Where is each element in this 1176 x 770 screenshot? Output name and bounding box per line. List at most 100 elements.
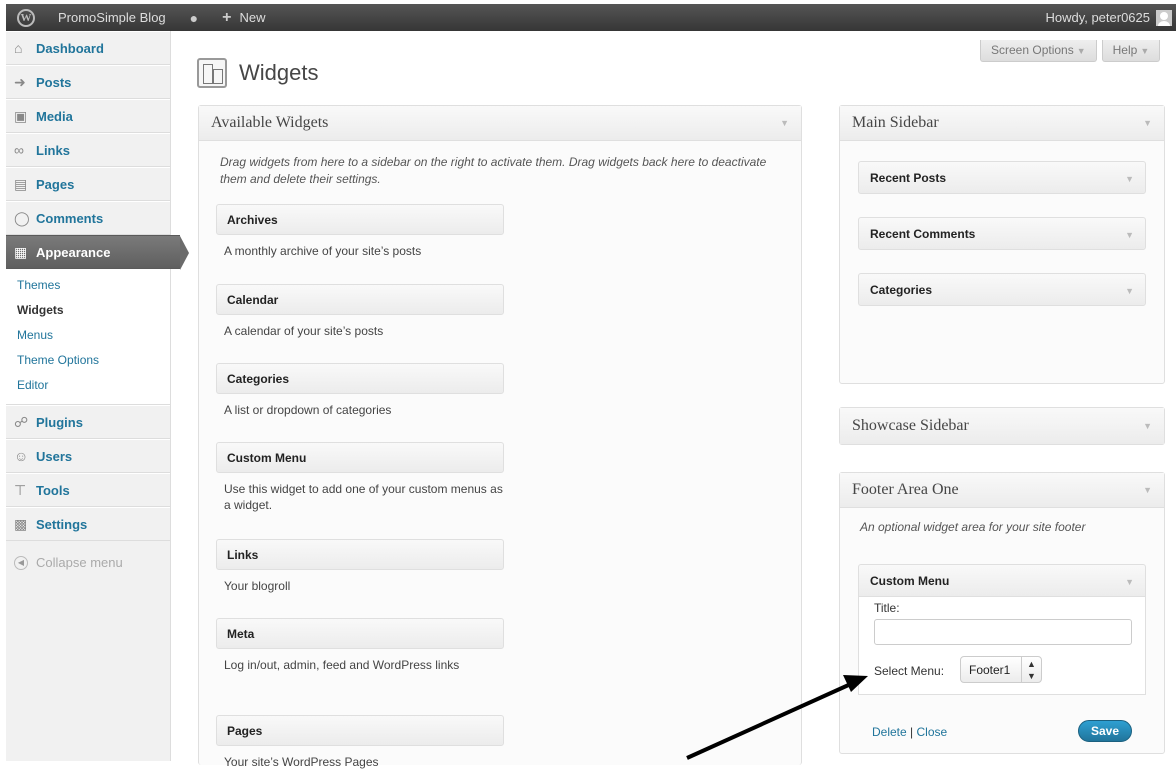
widget-calendar[interactable]: Calendar — [216, 284, 504, 315]
plugin-icon: ☍ — [14, 413, 29, 430]
available-widgets-description: Drag widgets from here to a sidebar on t… — [220, 155, 767, 186]
sidebar-item-label: Dashboard — [36, 40, 104, 56]
sidebar-item-plugins[interactable]: ☍ Plugins — [6, 405, 170, 439]
settings-icon: ▩ — [14, 515, 28, 532]
submenu-item-menus[interactable]: Menus — [6, 323, 170, 348]
toggle-arrow-icon[interactable]: ▼ — [1125, 574, 1134, 587]
submenu-item-themes[interactable]: Themes — [6, 273, 170, 298]
dashboard-icon: ⌂ — [14, 40, 23, 56]
appearance-icon: ▦ — [14, 243, 28, 260]
widget-archives[interactable]: Archives — [216, 204, 504, 235]
sidebar-item-dashboard[interactable]: ⌂ Dashboard — [6, 31, 170, 65]
collapse-menu-button[interactable]: ◀ Collapse menu — [6, 541, 170, 570]
widget-title: Custom Menu — [870, 574, 950, 588]
sidebar-item-users[interactable]: ☺ Users — [6, 439, 170, 473]
new-label: New — [239, 10, 266, 25]
sidebar-widget-recent-comments[interactable]: Recent Comments ▼ — [858, 217, 1146, 250]
comments-button[interactable]: ● — [178, 4, 210, 31]
toggle-arrow-icon[interactable]: ▼ — [780, 118, 789, 128]
panel-title: Footer Area One — [852, 481, 959, 498]
footer-widget-custom-menu[interactable]: Custom Menu ▼ — [858, 564, 1146, 597]
footer-area-description: An optional widget area for your site fo… — [860, 520, 1086, 534]
help-button[interactable]: Help ▼ — [1101, 40, 1161, 62]
footer-area-one-panel: Footer Area One ▼ An optional widget area… — [839, 472, 1165, 754]
sidebar-item-label: Appearance — [36, 244, 111, 260]
screen-meta-links: Screen Options ▼ Help ▼ — [975, 40, 1161, 62]
collapse-arrow-icon: ◀ — [14, 555, 28, 570]
widget-description: Log in/out, admin, feed and WordPress li… — [224, 658, 460, 672]
footer-area-one-header[interactable]: Footer Area One ▼ — [840, 473, 1164, 508]
tools-icon: ⊤ — [14, 481, 27, 498]
site-name-link[interactable]: PromoSimple Blog — [46, 4, 178, 31]
sidebar-item-media[interactable]: ▣ Media — [6, 99, 170, 133]
sidebar-item-posts[interactable]: ➜ Posts — [6, 65, 170, 99]
sidebar-widget-recent-posts[interactable]: Recent Posts ▼ — [858, 161, 1146, 194]
chevron-down-icon: ▼ — [1076, 46, 1086, 56]
sidebar-item-label: Users — [36, 448, 73, 464]
toggle-arrow-icon[interactable]: ▼ — [1143, 118, 1152, 128]
submenu-item-editor[interactable]: Editor — [6, 373, 170, 398]
wordpress-logo-icon: W — [17, 8, 35, 27]
panel-title: Available Widgets — [211, 114, 329, 131]
close-link[interactable]: Close — [917, 725, 948, 739]
toggle-arrow-icon[interactable]: ▼ — [1125, 283, 1134, 296]
screen-options-label: Screen Options — [991, 43, 1074, 57]
showcase-sidebar-panel: Showcase Sidebar ▼ — [839, 407, 1165, 445]
title-input[interactable] — [874, 619, 1132, 645]
widget-categories[interactable]: Categories — [216, 363, 504, 394]
panel-title: Showcase Sidebar — [852, 417, 969, 434]
toggle-arrow-icon[interactable]: ▼ — [1125, 171, 1134, 184]
widget-description: A list or dropdown of categories — [224, 403, 392, 417]
link-separator: | — [910, 725, 914, 739]
available-widgets-header[interactable]: Available Widgets ▼ — [199, 106, 801, 141]
sidebar-item-links[interactable]: ∞ Links — [6, 133, 170, 167]
chevron-down-icon: ▼ — [1140, 46, 1150, 56]
widgets-page-icon — [197, 58, 227, 88]
screen-options-button[interactable]: Screen Options ▼ — [980, 40, 1097, 62]
widget-links[interactable]: Links — [216, 539, 504, 570]
widget-control-actions: Delete | Close — [872, 725, 947, 739]
sidebar-item-tools[interactable]: ⊤ Tools — [6, 473, 170, 507]
users-icon: ☺ — [14, 448, 29, 464]
panel-title: Main Sidebar — [852, 114, 939, 131]
widget-pages[interactable]: Pages — [216, 715, 504, 746]
plus-icon: + — [222, 8, 232, 26]
save-button[interactable]: Save — [1078, 720, 1132, 742]
toggle-arrow-icon[interactable]: ▼ — [1143, 485, 1152, 495]
account-menu[interactable]: Howdy, peter0625 — [1033, 4, 1176, 31]
sidebar-item-comments[interactable]: ◯ Comments — [6, 201, 170, 235]
pin-icon: ➜ — [14, 73, 26, 90]
admin-bar: W PromoSimple Blog ● + New Howdy, peter06… — [6, 4, 1176, 31]
sidebar-item-label: Plugins — [36, 414, 83, 430]
widget-title: Recent Posts — [870, 171, 947, 185]
submenu-item-widgets[interactable]: Widgets — [6, 298, 170, 323]
collapse-menu-label: Collapse menu — [36, 555, 123, 570]
widget-custom-menu[interactable]: Custom Menu — [216, 442, 504, 473]
sidebar-item-label: Comments — [36, 210, 104, 226]
new-content-button[interactable]: + New — [210, 4, 277, 31]
showcase-sidebar-header[interactable]: Showcase Sidebar ▼ — [840, 408, 1164, 444]
submenu-item-theme-options[interactable]: Theme Options — [6, 348, 170, 373]
sidebar-widget-categories[interactable]: Categories ▼ — [858, 273, 1146, 306]
select-menu-dropdown[interactable]: Footer1 ▲ ▼ — [960, 656, 1042, 683]
media-icon: ▣ — [14, 107, 28, 124]
main-sidebar-header[interactable]: Main Sidebar ▼ — [840, 106, 1164, 141]
sidebar-item-pages[interactable]: ▤ Pages — [6, 167, 170, 201]
main-content: Screen Options ▼ Help ▼ Widgets Available … — [171, 31, 1176, 769]
toggle-arrow-icon[interactable]: ▼ — [1125, 227, 1134, 240]
page-title: Widgets — [239, 60, 319, 85]
updown-arrows-icon: ▲ ▼ — [1021, 657, 1041, 682]
toggle-arrow-icon[interactable]: ▼ — [1143, 421, 1152, 431]
title-label: Title: — [874, 601, 900, 615]
link-icon: ∞ — [14, 142, 24, 158]
widget-description: Your blogroll — [224, 579, 291, 593]
sidebar-item-settings[interactable]: ▩ Settings — [6, 507, 170, 541]
sidebar-item-appearance[interactable]: ▦ Appearance — [6, 235, 189, 270]
pages-icon: ▤ — [14, 175, 28, 192]
widget-description: Use this widget to add one of your custo… — [224, 482, 503, 512]
help-label: Help — [1112, 43, 1138, 57]
comment-bubble-icon: ● — [189, 9, 199, 26]
delete-link[interactable]: Delete — [872, 725, 907, 739]
wordpress-logo-button[interactable]: W — [6, 4, 46, 31]
widget-meta[interactable]: Meta — [216, 618, 504, 649]
